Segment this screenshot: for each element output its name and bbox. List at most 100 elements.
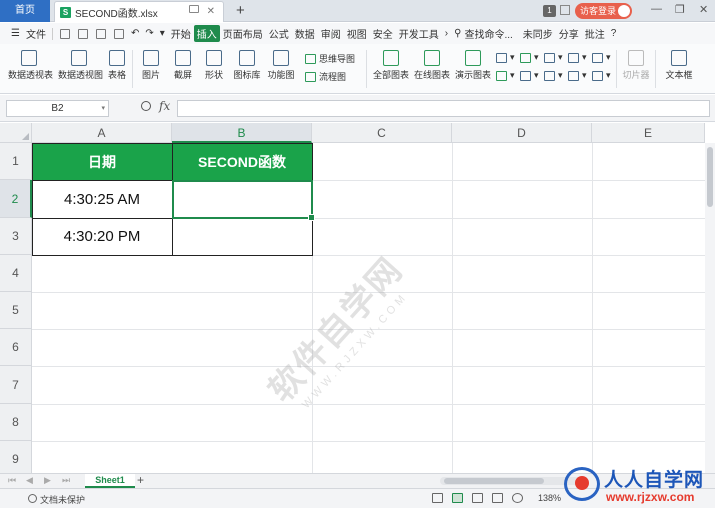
menu-data[interactable]: 数据 bbox=[292, 26, 318, 41]
add-sheet-button[interactable]: + bbox=[137, 473, 144, 487]
undo-icon[interactable]: ↶ bbox=[128, 28, 142, 39]
search-command-input[interactable]: 查找命令... bbox=[464, 26, 515, 41]
row-header-5[interactable]: 5 bbox=[0, 292, 32, 329]
vertical-scrollbar-thumb[interactable] bbox=[707, 147, 713, 207]
row-header-3[interactable]: 3 bbox=[0, 218, 32, 255]
minimize-icon[interactable]: — bbox=[651, 3, 662, 15]
eye-protection-icon[interactable] bbox=[512, 493, 523, 503]
menu-file[interactable]: 文件 bbox=[23, 26, 49, 41]
active-cell-selection[interactable] bbox=[172, 180, 315, 221]
print-preview-icon[interactable] bbox=[113, 28, 124, 39]
pivot-chart-button[interactable]: 数据透视图 bbox=[58, 50, 103, 81]
document-tab[interactable]: S SECOND函数.xlsx ✕ bbox=[54, 1, 224, 22]
zoom-level[interactable]: 138% bbox=[538, 493, 561, 503]
menu-security[interactable]: 安全 bbox=[370, 26, 396, 41]
close-window-icon[interactable]: ✕ bbox=[699, 3, 708, 16]
reading-layout-icon[interactable] bbox=[492, 493, 503, 503]
row-header-6[interactable]: 6 bbox=[0, 329, 32, 366]
save-icon[interactable] bbox=[59, 28, 70, 39]
new-tab-button[interactable]: + bbox=[236, 2, 245, 19]
column-header-d[interactable]: D bbox=[452, 123, 592, 143]
print-icon[interactable] bbox=[95, 28, 106, 39]
column-header-b[interactable]: B bbox=[172, 123, 312, 143]
flowchart-label: 流程图 bbox=[319, 72, 347, 82]
gridline bbox=[452, 143, 453, 473]
quick-access-dropdown-icon[interactable]: ▾ bbox=[157, 28, 168, 39]
line-chart-button[interactable]: ▾ bbox=[520, 52, 539, 63]
prev-sheet-icon[interactable]: ◀ bbox=[26, 475, 33, 486]
name-box[interactable]: B2 ▾ bbox=[6, 100, 109, 117]
column-header-a[interactable]: A bbox=[32, 123, 172, 143]
menu-review[interactable]: 审阅 bbox=[318, 26, 344, 41]
column-header-c[interactable]: C bbox=[312, 123, 452, 143]
menu-formulas[interactable]: 公式 bbox=[266, 26, 292, 41]
formula-input[interactable] bbox=[177, 100, 710, 117]
mind-map-button[interactable]: 思维导图 bbox=[305, 52, 355, 65]
shapes-button[interactable]: 形状 bbox=[202, 50, 226, 81]
row-header-4[interactable]: 4 bbox=[0, 255, 32, 292]
row-header-7[interactable]: 7 bbox=[0, 366, 32, 404]
screenshot-button[interactable]: 截屏 bbox=[171, 50, 195, 81]
picture-button[interactable]: 图片 bbox=[139, 50, 163, 81]
menu-insert[interactable]: 插入 bbox=[193, 25, 220, 42]
share-button[interactable]: 分享 bbox=[556, 26, 582, 41]
menu-developer[interactable]: 开发工具 bbox=[396, 26, 442, 41]
more-tabs-icon[interactable]: › bbox=[442, 28, 451, 39]
maximize-icon[interactable]: ❐ bbox=[675, 3, 685, 16]
scatter-chart-button[interactable]: ▾ bbox=[520, 70, 539, 81]
function-chart-button[interactable]: 功能图 bbox=[265, 50, 297, 81]
zoom-icon[interactable] bbox=[141, 101, 151, 111]
redo-icon[interactable]: ↷ bbox=[142, 28, 156, 39]
menu-view[interactable]: 视图 bbox=[344, 26, 370, 41]
slicer-button[interactable]: 切片器 bbox=[622, 50, 650, 81]
chevron-down-icon[interactable]: ▾ bbox=[101, 101, 105, 116]
first-sheet-icon[interactable]: ⏮ bbox=[8, 475, 16, 486]
column-chart-button[interactable]: ▾ bbox=[496, 52, 515, 63]
vertical-scrollbar[interactable] bbox=[705, 143, 715, 473]
all-charts-button[interactable]: 全部图表 bbox=[373, 50, 409, 81]
flowchart-button[interactable]: 流程图 bbox=[305, 70, 346, 83]
window-count-badge[interactable]: 1 bbox=[543, 5, 556, 17]
monitor-icon[interactable] bbox=[189, 5, 199, 13]
hamburger-menu-icon[interactable]: ☰ bbox=[8, 28, 23, 39]
protection-status[interactable]: 文档未保护 bbox=[40, 493, 85, 506]
row-header-2[interactable]: 2 bbox=[0, 180, 32, 218]
row-header-8[interactable]: 8 bbox=[0, 404, 32, 441]
online-charts-button[interactable]: 在线图表 bbox=[414, 50, 450, 81]
page-break-view-icon[interactable] bbox=[472, 493, 483, 503]
horizontal-scrollbar[interactable] bbox=[440, 477, 580, 485]
pivot-table-button[interactable]: 数据透视表 bbox=[8, 50, 53, 81]
sheet-tab-sheet1[interactable]: Sheet1 bbox=[85, 474, 135, 488]
last-sheet-icon[interactable]: ⏭ bbox=[62, 475, 70, 486]
insert-function-icon[interactable]: fx bbox=[159, 99, 170, 113]
bar-chart-button[interactable]: ▾ bbox=[496, 70, 515, 81]
column-header-e[interactable]: E bbox=[592, 123, 705, 143]
close-tab-icon[interactable]: ✕ bbox=[207, 6, 215, 17]
layout-icon[interactable] bbox=[560, 5, 570, 15]
text-box-button[interactable]: 文本框 bbox=[662, 50, 696, 81]
pie-chart-button[interactable]: ▾ bbox=[544, 52, 563, 63]
icon-library-button[interactable]: 图标库 bbox=[233, 50, 261, 81]
row-header-9[interactable]: 9 bbox=[0, 441, 32, 473]
radar-chart-button[interactable]: ▾ bbox=[568, 52, 587, 63]
fullscreen-icon[interactable] bbox=[432, 493, 443, 503]
menu-page-layout[interactable]: 页面布局 bbox=[220, 26, 266, 41]
export-pdf-icon[interactable] bbox=[77, 28, 88, 39]
guest-login-button[interactable]: 访客登录 bbox=[575, 3, 632, 19]
select-all-corner[interactable] bbox=[0, 123, 32, 143]
stock-chart-button[interactable]: ▾ bbox=[568, 70, 587, 81]
horizontal-scrollbar-thumb[interactable] bbox=[444, 478, 544, 484]
help-icon[interactable]: ? bbox=[608, 28, 620, 39]
row-header-1[interactable]: 1 bbox=[0, 143, 32, 180]
area-chart-button[interactable]: ▾ bbox=[592, 52, 611, 63]
demo-charts-button[interactable]: 演示图表 bbox=[455, 50, 491, 81]
doughnut-chart-button[interactable]: ▾ bbox=[544, 70, 563, 81]
table-button[interactable]: 表格 bbox=[107, 50, 127, 81]
next-sheet-icon[interactable]: ▶ bbox=[44, 475, 51, 486]
sync-status[interactable]: 未同步 bbox=[520, 26, 556, 41]
combo-chart-button[interactable]: ▾ bbox=[592, 70, 611, 81]
comment-button[interactable]: 批注 bbox=[582, 26, 608, 41]
normal-view-icon[interactable] bbox=[452, 493, 463, 503]
home-tab[interactable]: 首页 bbox=[0, 0, 50, 22]
menu-home[interactable]: 开始 bbox=[168, 26, 194, 41]
